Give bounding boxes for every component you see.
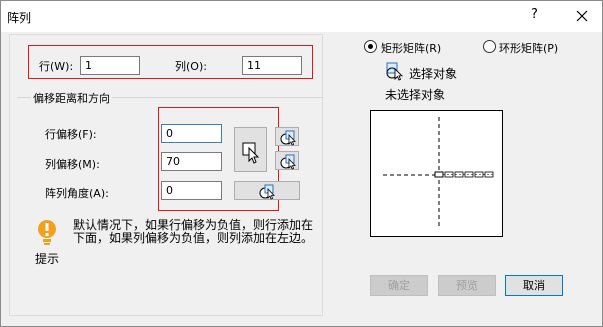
row-offset-input[interactable] <box>161 124 222 143</box>
close-button[interactable] <box>567 4 597 28</box>
select-objects-icon <box>386 62 404 81</box>
angle-label: 阵列角度(A): <box>45 187 109 200</box>
pick-angle-button[interactable] <box>234 181 300 200</box>
col-offset-label: 列偏移(M): <box>45 158 100 171</box>
cursor-pick-icon <box>280 130 296 146</box>
select-objects-label[interactable]: 选择对象 <box>409 65 457 82</box>
cursor-pick-icon <box>280 154 296 170</box>
dialog-title: 阵列 <box>7 11 32 25</box>
polar-array-label[interactable]: 环形矩阵(P) <box>499 40 558 56</box>
angle-input[interactable] <box>161 181 222 200</box>
hint-text: 默认情况下，如果行偏移为负值，则行添加在下面，如果列偏移为负值，则列添加在左边。 <box>73 218 314 245</box>
col-offset-input[interactable] <box>161 152 222 171</box>
array-dialog: 阵列 ? 行(W): 列(O): 偏移距离和方向 行偏移(F): 列偏移(M):… <box>0 0 603 327</box>
cursor-pick-icon <box>259 184 275 200</box>
title-bar: 阵列 ? <box>1 1 602 32</box>
close-icon <box>576 10 588 22</box>
hint-icon-label: 提示 <box>35 252 60 266</box>
rows-input[interactable] <box>80 56 140 75</box>
preview-button[interactable]: 预览 <box>438 275 496 296</box>
array-preview <box>370 110 503 237</box>
rect-array-label[interactable]: 矩形矩阵(R) <box>381 40 441 56</box>
cols-label: 列(O): <box>175 60 207 73</box>
lightbulb-icon <box>38 220 56 245</box>
offset-group-title: 偏移距离和方向 <box>31 90 112 106</box>
pick-col-offset-button[interactable] <box>275 151 299 170</box>
cancel-button[interactable]: 取消 <box>505 275 563 296</box>
rows-label: 行(W): <box>39 60 74 73</box>
pick-both-offsets-button[interactable] <box>234 127 267 172</box>
row-offset-label: 行偏移(F): <box>45 128 97 141</box>
ok-button[interactable]: 确定 <box>370 275 428 296</box>
polar-array-radio[interactable] <box>483 40 496 53</box>
select-objects-button[interactable] <box>385 61 405 81</box>
array-preview-drawing <box>383 117 494 229</box>
help-button[interactable]: ? <box>531 7 538 22</box>
pick-row-offset-button[interactable] <box>275 127 299 146</box>
rect-array-radio[interactable] <box>364 40 377 53</box>
cols-input[interactable] <box>242 56 302 75</box>
selection-status: 未选择对象 <box>385 88 446 102</box>
cursor-pick-icon <box>242 142 260 164</box>
